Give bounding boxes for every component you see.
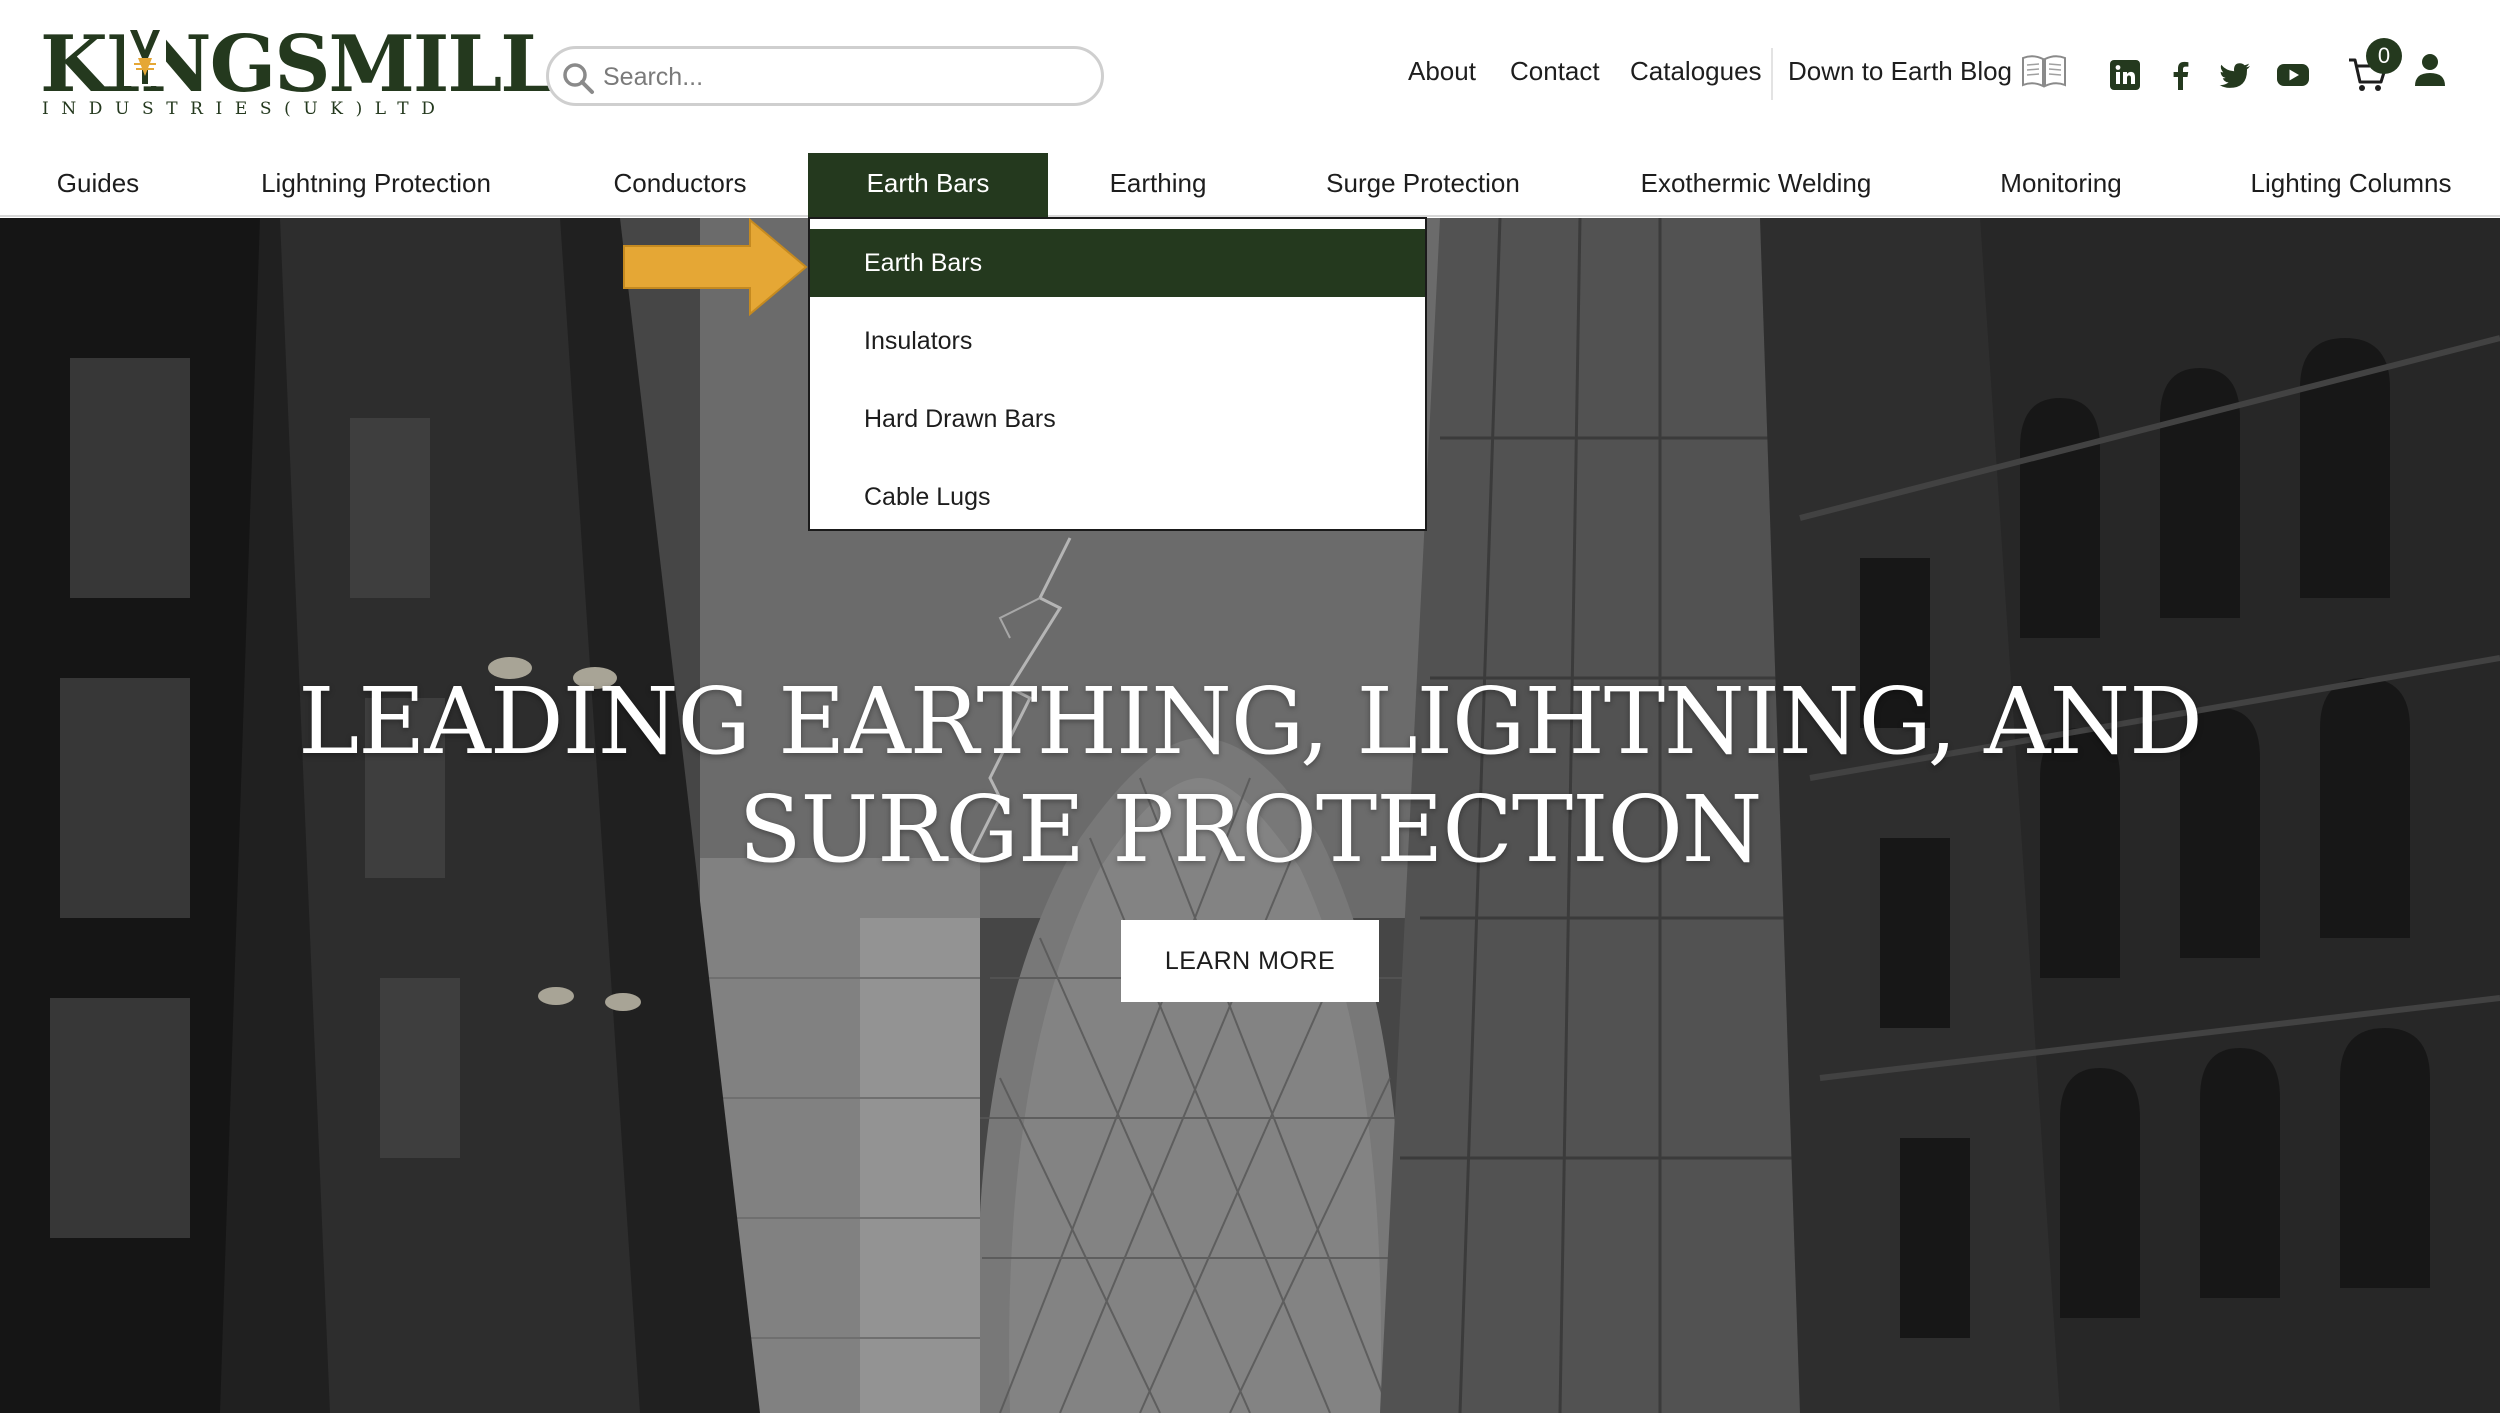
contact-link[interactable]: Contact: [1510, 56, 1600, 96]
nav-item-lighting-columns[interactable]: Lighting Columns: [2236, 153, 2466, 217]
learn-more-button[interactable]: LEARN MORE: [1121, 920, 1379, 1002]
dropdown-item-earth-bars[interactable]: Earth Bars: [810, 229, 1425, 297]
linkedin-icon[interactable]: [2108, 58, 2142, 92]
search-input[interactable]: [603, 57, 1083, 97]
dropdown-item-hard-drawn-bars[interactable]: Hard Drawn Bars: [810, 385, 1425, 453]
logo-subtitle: INDUSTRIES(UK)LTD: [42, 99, 448, 119]
hero-title-line-2: SURGE PROTECTION: [738, 776, 1763, 883]
nav-item-earthing[interactable]: Earthing: [1098, 153, 1218, 217]
book-icon[interactable]: [2020, 52, 2068, 90]
user-icon[interactable]: [2413, 52, 2447, 88]
dropdown-item-insulators[interactable]: Insulators: [810, 307, 1425, 375]
youtube-icon[interactable]: [2276, 58, 2310, 92]
twitter-icon[interactable]: [2218, 58, 2252, 92]
lightning-bolt-logo-icon: [124, 28, 166, 86]
site-header: KINGSMILL INDUSTRIES(UK)LTD About Contac…: [0, 0, 2500, 218]
kingsmill-logo[interactable]: KINGSMILL INDUSTRIES(UK)LTD: [40, 26, 555, 126]
nav-item-earth-bars[interactable]: Earth Bars: [808, 153, 1048, 217]
nav-item-lightning-protection[interactable]: Lightning Protection: [248, 153, 504, 217]
nav-item-surge-protection[interactable]: Surge Protection: [1310, 153, 1536, 217]
nav-item-exothermic-welding[interactable]: Exothermic Welding: [1626, 153, 1886, 217]
blog-link[interactable]: Down to Earth Blog: [1788, 56, 2012, 96]
nav-item-conductors[interactable]: Conductors: [602, 153, 758, 217]
logo-wordmark: KINGSMILL: [40, 19, 555, 110]
facebook-icon[interactable]: [2164, 58, 2198, 92]
catalogues-link[interactable]: Catalogues: [1630, 56, 1762, 96]
earth-bars-dropdown-menu: Earth Bars Insulators Hard Drawn Bars Ca…: [808, 217, 1427, 531]
hero-title: LEADING EARTHING, LIGHTNING, AND SURGE P…: [250, 668, 2250, 884]
search-box: [546, 46, 1104, 106]
nav-item-monitoring[interactable]: Monitoring: [1978, 153, 2144, 217]
about-link[interactable]: About: [1408, 56, 1476, 96]
search-icon[interactable]: [561, 61, 597, 97]
nav-item-guides[interactable]: Guides: [36, 153, 160, 217]
hero-title-line-1: LEADING EARTHING, LIGHTNING, AND: [298, 668, 2203, 775]
cart-count-badge: 0: [2366, 38, 2402, 74]
header-divider: [1771, 48, 1773, 100]
main-nav: Guides Lightning Protection Conductors E…: [0, 153, 2500, 217]
callout-arrow-icon: [623, 218, 808, 316]
dropdown-item-cable-lugs[interactable]: Cable Lugs: [810, 463, 1425, 531]
